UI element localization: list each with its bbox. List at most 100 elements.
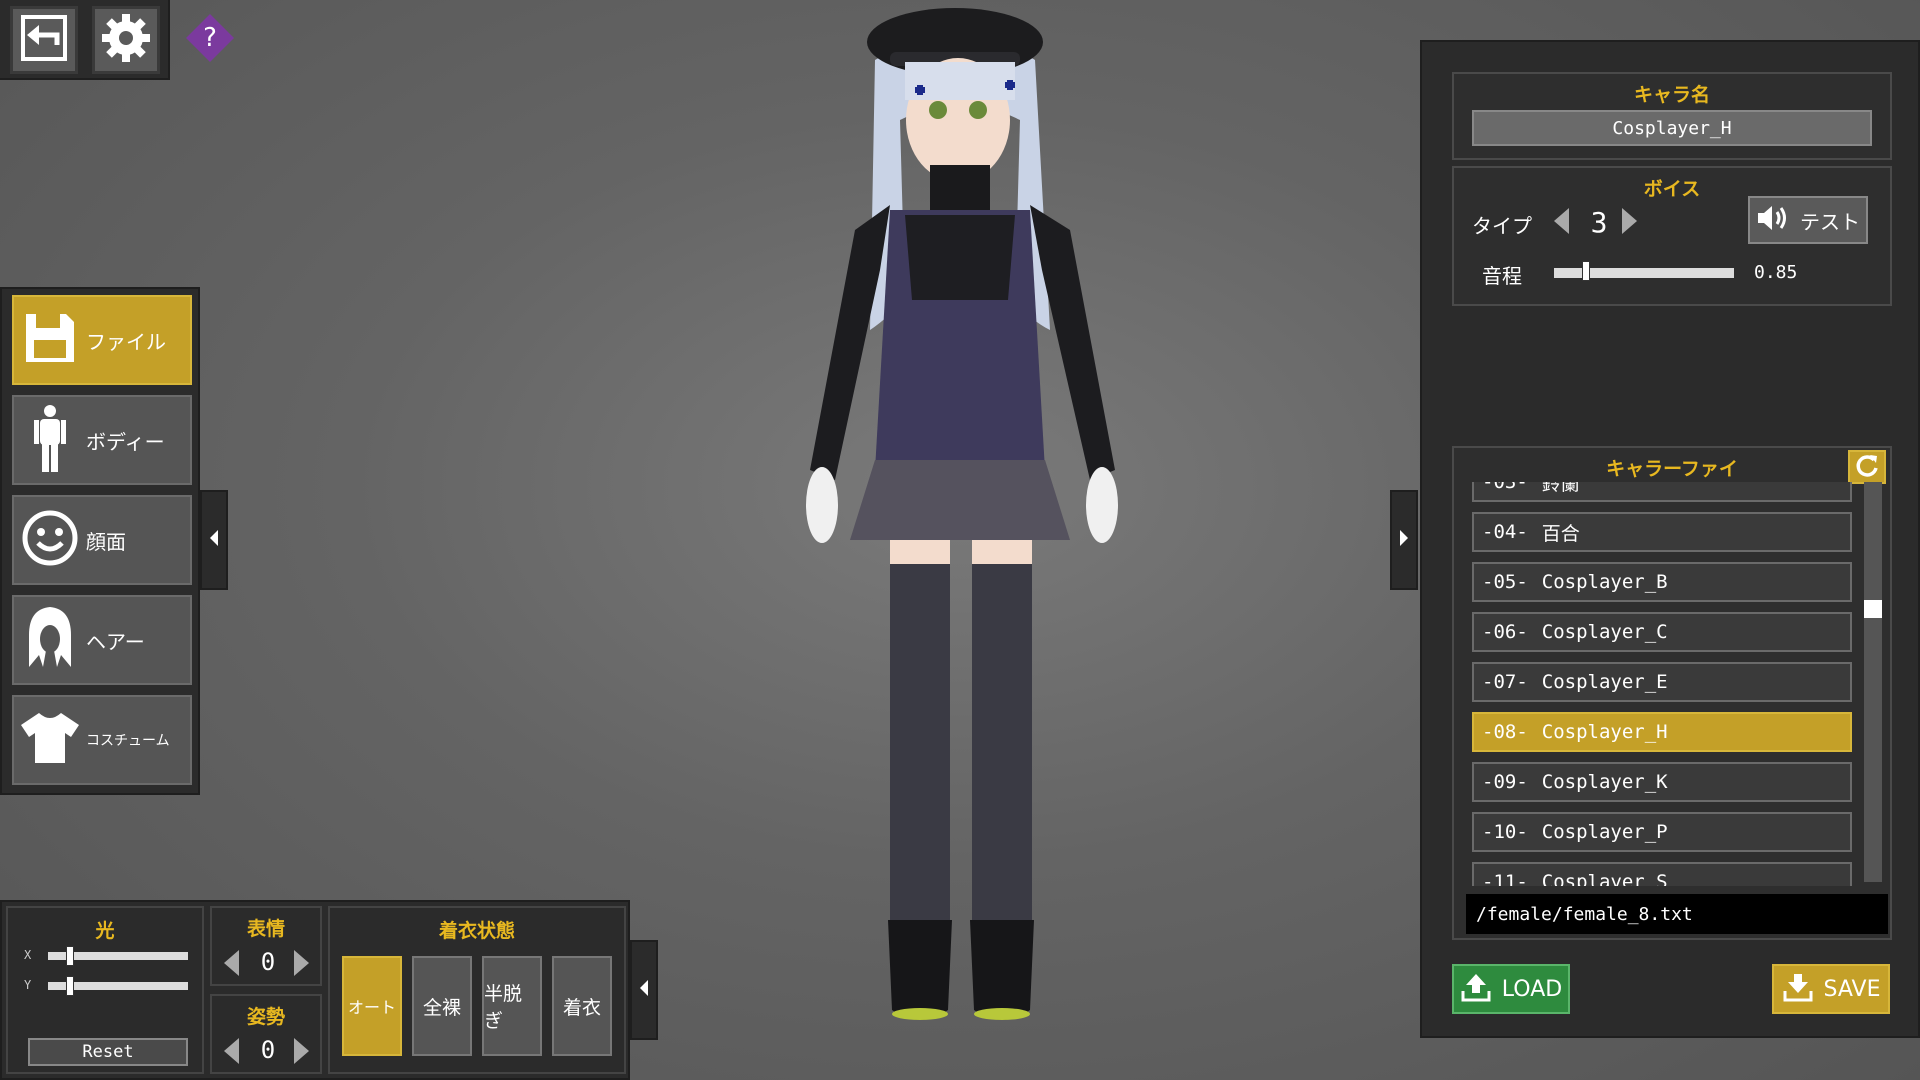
light-reset-button[interactable]: Reset bbox=[28, 1038, 188, 1066]
load-button[interactable]: LOAD bbox=[1452, 964, 1570, 1014]
expression-box: 表情 0 bbox=[210, 906, 322, 986]
pose-box: 姿勢 0 bbox=[210, 994, 322, 1074]
file-path-field: /female/female_8.txt bbox=[1466, 894, 1888, 934]
clothing-half-button[interactable]: 半脱ぎ bbox=[482, 956, 542, 1056]
back-button[interactable] bbox=[10, 6, 78, 74]
menu-item-label: ヘアー bbox=[86, 629, 145, 654]
clothing-dressed-label: 着衣 bbox=[562, 996, 601, 1019]
file-path-value: /female/female_8.txt bbox=[1476, 903, 1693, 925]
tshirt-icon bbox=[19, 711, 81, 769]
char-name-value: Cosplayer_H bbox=[1612, 117, 1732, 139]
expression-prev-button[interactable] bbox=[224, 950, 239, 976]
expression-value: 0 bbox=[260, 948, 276, 976]
upload-icon bbox=[1460, 971, 1492, 1007]
expression-next-button[interactable] bbox=[294, 950, 309, 976]
list-item-selected[interactable]: -08- Cosplayer_H bbox=[1472, 712, 1852, 752]
list-scrollbar[interactable] bbox=[1864, 482, 1882, 882]
menu-item-label: 顔面 bbox=[86, 529, 126, 554]
file-panel: キャラ名 Cosplayer_H ボイス タイプ 3 テスト 音程 0.85 キ… bbox=[1420, 40, 1920, 1038]
pose-title: 姿勢 bbox=[246, 1006, 285, 1028]
menu-item-face[interactable]: 顔面 bbox=[12, 495, 192, 585]
chevron-right-icon bbox=[1398, 528, 1410, 552]
gear-icon bbox=[99, 11, 153, 69]
reset-label: Reset bbox=[82, 1042, 134, 1062]
bottom-panel-collapse-tab[interactable] bbox=[630, 940, 658, 1040]
voice-pitch-knob[interactable] bbox=[1582, 261, 1590, 281]
file-list-title: キャラーファイ bbox=[1606, 458, 1738, 480]
light-box: 光 X Y Reset bbox=[6, 906, 204, 1074]
voice-test-label: テスト bbox=[1800, 209, 1860, 234]
voice-type-next-button[interactable] bbox=[1622, 208, 1637, 234]
char-name-title: キャラ名 bbox=[1633, 84, 1710, 106]
expression-title: 表情 bbox=[246, 918, 285, 940]
light-y-label: Y bbox=[24, 978, 32, 992]
help-label: ? bbox=[203, 23, 217, 53]
right-panel-collapse-tab[interactable] bbox=[1390, 490, 1418, 590]
voice-type-label: タイプ bbox=[1472, 214, 1532, 238]
download-icon bbox=[1782, 971, 1814, 1007]
return-arrow-icon bbox=[17, 11, 71, 69]
voice-type-value: 3 bbox=[1590, 206, 1608, 239]
list-item[interactable]: -05- Cosplayer_B bbox=[1472, 562, 1852, 602]
menu-item-label: ボディー bbox=[86, 429, 165, 454]
menu-item-label: ファイル bbox=[86, 329, 166, 354]
list-item[interactable]: -03- 鈴蘭 bbox=[1472, 482, 1852, 502]
chevron-left-icon bbox=[208, 528, 220, 552]
voice-test-button[interactable]: テスト bbox=[1748, 196, 1868, 244]
clothing-nude-button[interactable]: 全裸 bbox=[412, 956, 472, 1056]
list-item[interactable]: -07- Cosplayer_E bbox=[1472, 662, 1852, 702]
clothing-auto-button[interactable]: オート bbox=[342, 956, 402, 1056]
menu-item-body[interactable]: ボディー bbox=[12, 395, 192, 485]
voice-pitch-value: 0.85 bbox=[1754, 262, 1798, 283]
smiley-face-icon bbox=[21, 509, 79, 571]
light-x-knob[interactable] bbox=[66, 946, 74, 966]
chevron-left-icon bbox=[638, 978, 650, 1002]
char-name-box: キャラ名 Cosplayer_H bbox=[1452, 72, 1892, 160]
pose-value: 0 bbox=[260, 1036, 276, 1064]
clothing-dressed-button[interactable]: 着衣 bbox=[552, 956, 612, 1056]
light-title: 光 bbox=[95, 920, 115, 942]
list-item[interactable]: -10- Cosplayer_P bbox=[1472, 812, 1852, 852]
help-button[interactable]: ? bbox=[184, 12, 236, 64]
voice-pitch-slider[interactable] bbox=[1554, 268, 1734, 278]
refresh-icon bbox=[1854, 452, 1880, 482]
top-toolbar bbox=[0, 0, 170, 80]
list-scrollbar-thumb[interactable] bbox=[1864, 600, 1882, 618]
refresh-button[interactable] bbox=[1848, 450, 1886, 484]
clothing-half-label: 半脱ぎ bbox=[484, 983, 523, 1032]
voice-box: ボイス タイプ 3 テスト 音程 0.85 bbox=[1452, 166, 1892, 306]
char-name-input[interactable]: Cosplayer_H bbox=[1472, 110, 1872, 146]
list-item[interactable]: -11- Cosplayer_S bbox=[1472, 862, 1852, 886]
hair-icon bbox=[27, 605, 73, 675]
list-item[interactable]: -04- 百合 bbox=[1472, 512, 1852, 552]
clothing-nude-label: 全裸 bbox=[422, 996, 461, 1019]
speaker-icon bbox=[1756, 203, 1790, 237]
settings-button[interactable] bbox=[92, 6, 160, 74]
pose-prev-button[interactable] bbox=[224, 1038, 239, 1064]
menu-item-file[interactable]: ファイル bbox=[12, 295, 192, 385]
load-label: LOAD bbox=[1501, 976, 1563, 1002]
light-x-label: X bbox=[24, 948, 32, 962]
character-model bbox=[780, 0, 1140, 1040]
menu-item-costume[interactable]: コスチューム bbox=[12, 695, 192, 785]
save-button[interactable]: SAVE bbox=[1772, 964, 1890, 1014]
body-figure-icon bbox=[30, 404, 70, 476]
menu-item-label: コスチューム bbox=[86, 733, 170, 749]
list-item[interactable]: -06- Cosplayer_C bbox=[1472, 612, 1852, 652]
menu-item-hair[interactable]: ヘアー bbox=[12, 595, 192, 685]
save-floppy-icon bbox=[22, 310, 78, 370]
left-menu-collapse-tab[interactable] bbox=[200, 490, 228, 590]
clothing-state-title: 着衣状態 bbox=[438, 920, 515, 942]
bottom-control-panel: 光 X Y Reset 表情 0 姿勢 0 着衣状態 オート 全裸 半脱ぎ 着衣 bbox=[0, 900, 630, 1080]
pose-next-button[interactable] bbox=[294, 1038, 309, 1064]
light-y-knob[interactable] bbox=[66, 976, 74, 996]
list-item[interactable]: -09- Cosplayer_K bbox=[1472, 762, 1852, 802]
category-menu: ファイル ボディー 顔面 ヘアー コスチューム bbox=[0, 287, 200, 795]
save-label: SAVE bbox=[1823, 976, 1881, 1002]
file-list: -03- 鈴蘭 -04- 百合 -05- Cosplayer_B -06- Co… bbox=[1454, 482, 1890, 886]
clothing-auto-label: オート bbox=[347, 998, 396, 1017]
file-list-box: キャラーファイ -03- 鈴蘭 -04- 百合 -05- Cosplayer_B bbox=[1452, 446, 1892, 940]
voice-pitch-label: 音程 bbox=[1482, 264, 1522, 288]
clothing-state-box: 着衣状態 オート 全裸 半脱ぎ 着衣 bbox=[328, 906, 626, 1074]
voice-type-prev-button[interactable] bbox=[1554, 208, 1569, 234]
